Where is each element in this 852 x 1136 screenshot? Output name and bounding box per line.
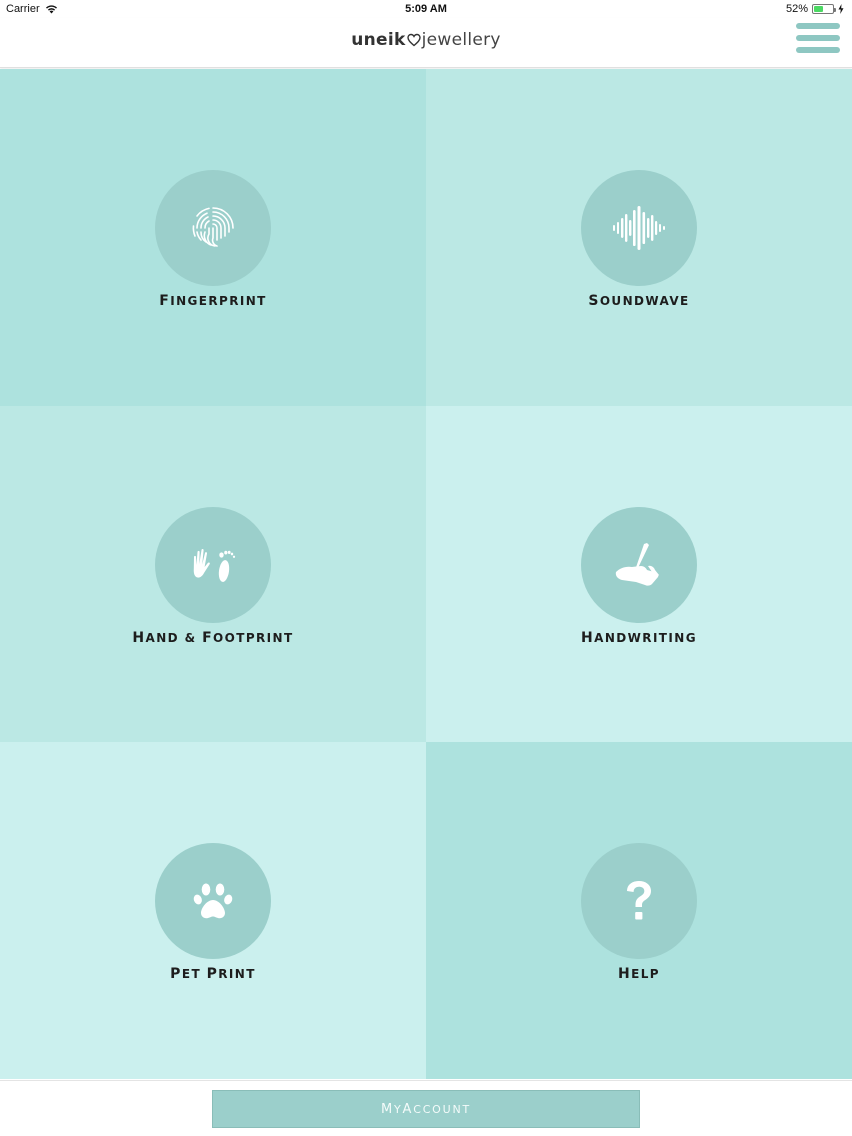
pen-hand-icon (615, 542, 659, 586)
handwriting-circle (581, 506, 697, 623)
help-label: HELP (618, 966, 660, 983)
menu-bar-top (796, 23, 840, 29)
hand-foot-icon (193, 548, 236, 582)
help-circle (581, 843, 697, 960)
menu-bar-middle (796, 35, 840, 41)
category-grid: FINGERPRINT SOUNDWAVE HAND & FOOTPRINT H… (0, 69, 852, 1079)
hand-footprint-circle (155, 506, 271, 623)
heart-icon (406, 33, 421, 47)
brand-name-left: uneik (351, 30, 406, 50)
my-account-label-m: M (380, 1101, 394, 1117)
tile-hand-footprint[interactable]: HAND & FOOTPRINT (0, 405, 426, 743)
tile-pet-print[interactable]: PET PRINT (0, 742, 426, 1079)
question-icon (627, 881, 651, 920)
soundwave-icon (613, 206, 665, 250)
pet-print-label: PET PRINT (170, 966, 256, 983)
battery-icon (812, 4, 836, 14)
my-account-label-rest: CCOUNT (413, 1102, 472, 1116)
fingerprint-icon (192, 207, 234, 247)
tile-fingerprint[interactable]: FINGERPRINT (0, 69, 426, 406)
menu-bar-bottom (796, 47, 840, 53)
my-account-label-a: A (402, 1101, 414, 1117)
tile-handwriting[interactable]: HANDWRITING (426, 405, 852, 743)
my-account-button[interactable]: MY A CCOUNT (212, 1090, 640, 1128)
menu-button[interactable] (796, 22, 840, 56)
paw-icon (193, 883, 233, 919)
tile-help[interactable]: HELP (426, 742, 852, 1079)
soundwave-label: SOUNDWAVE (588, 293, 690, 309)
app-header: uneik jewellery (0, 18, 852, 68)
charging-bolt-icon (838, 4, 844, 14)
status-bar: Carrier 5:09 AM 52% (0, 0, 852, 18)
brand-name-right: jewellery (421, 30, 501, 50)
footer-bar: MY A CCOUNT (0, 1080, 852, 1136)
status-right: 52% (786, 3, 844, 15)
pet-print-circle (155, 843, 271, 960)
hand-footprint-label: HAND & FOOTPRINT (132, 629, 294, 646)
battery-cap (834, 8, 836, 12)
tile-soundwave[interactable]: SOUNDWAVE (426, 69, 852, 406)
brand-logo: uneik jewellery (0, 29, 852, 51)
battery-percent: 52% (785, 3, 808, 15)
fingerprint-label: FINGERPRINT (159, 293, 267, 309)
status-time: 5:09 AM (405, 3, 447, 15)
my-account-label-y: Y (393, 1102, 403, 1116)
battery-fill (814, 6, 824, 12)
fingerprint-circle (155, 170, 271, 286)
soundwave-circle (581, 170, 697, 286)
handwriting-label: HANDWRITING (581, 629, 697, 646)
